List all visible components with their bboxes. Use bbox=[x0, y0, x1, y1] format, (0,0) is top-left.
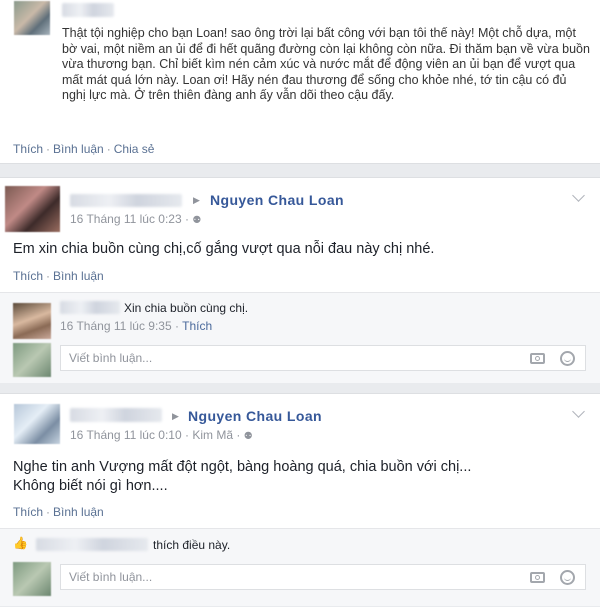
post-text: Thật tội nghiệp cho bạn Loan! sao ông tr… bbox=[62, 26, 590, 102]
comment-text: Xin chia buồn cùng chị. bbox=[124, 301, 249, 315]
post-meta: 16 Tháng 11 lúc 0:23 · ⚉ bbox=[70, 212, 202, 226]
post-card-2: ▶ Nguyen Chau Loan 16 Tháng 11 lúc 0:23 … bbox=[0, 177, 600, 383]
comment-button[interactable]: Bình luận bbox=[53, 269, 104, 283]
commenter-name[interactable] bbox=[60, 301, 120, 314]
comments-section: Xin chia buồn cùng chị. 16 Tháng 11 lúc … bbox=[0, 292, 600, 383]
post-timestamp[interactable]: 16 Tháng 11 lúc 0:23 bbox=[70, 212, 182, 226]
author-avatar[interactable] bbox=[14, 404, 60, 444]
viewer-avatar bbox=[13, 562, 51, 596]
author-avatar[interactable] bbox=[14, 1, 50, 35]
post-text: Em xin chia buồn cùng chị,cố gắng vượt q… bbox=[13, 241, 435, 257]
post-timestamp[interactable]: 16 Tháng 11 lúc 0:10 bbox=[70, 428, 182, 442]
comment-like-button[interactable]: Thích bbox=[182, 319, 212, 333]
chevron-down-icon[interactable] bbox=[572, 189, 585, 202]
comment-button[interactable]: Bình luận bbox=[53, 142, 104, 156]
comments-section: 👍 thích điều này. Viết bình luận... bbox=[0, 528, 600, 606]
thumbs-up-icon: 👍 bbox=[13, 536, 28, 550]
comment-timestamp[interactable]: 16 Tháng 11 lúc 9:35 bbox=[60, 319, 172, 333]
emoji-icon[interactable] bbox=[560, 570, 575, 585]
author-name[interactable] bbox=[70, 194, 182, 207]
commenter-avatar[interactable] bbox=[13, 303, 51, 339]
target-profile-link[interactable]: Nguyen Chau Loan bbox=[188, 408, 322, 424]
camera-icon[interactable] bbox=[530, 572, 545, 583]
comment-input[interactable]: Viết bình luận... bbox=[60, 564, 586, 590]
like-button[interactable]: Thích bbox=[13, 505, 43, 519]
chevron-down-icon[interactable] bbox=[572, 405, 585, 418]
shared-to-arrow-icon: ▶ bbox=[172, 411, 179, 421]
like-button[interactable]: Thích bbox=[13, 269, 43, 283]
post-location[interactable]: Kim Mã bbox=[192, 428, 233, 442]
viewer-avatar bbox=[13, 343, 51, 377]
audience-friends-icon[interactable]: ⚉ bbox=[192, 215, 201, 226]
audience-friends-icon[interactable]: ⚉ bbox=[244, 431, 253, 442]
likes-summary: thích điều này. bbox=[153, 538, 231, 552]
like-button[interactable]: Thích bbox=[13, 142, 43, 156]
camera-icon[interactable] bbox=[530, 353, 545, 364]
comment-meta: 16 Tháng 11 lúc 9:35 · Thích bbox=[60, 319, 213, 333]
post-text-line-2: Không biết nói gì hơn.... bbox=[13, 478, 168, 494]
post-actions: Thích · Bình luận bbox=[13, 505, 104, 519]
post-card-1: Thật tội nghiệp cho bạn Loan! sao ông tr… bbox=[0, 0, 600, 164]
post-card-3: ▶ Nguyen Chau Loan 16 Tháng 11 lúc 0:10 … bbox=[0, 393, 600, 606]
post-meta: 16 Tháng 11 lúc 0:10 · Kim Mã · ⚉ bbox=[70, 428, 253, 442]
author-avatar[interactable] bbox=[5, 186, 60, 232]
comment-button[interactable]: Bình luận bbox=[53, 505, 104, 519]
author-name[interactable] bbox=[70, 408, 162, 422]
post-text-line-1: Nghe tin anh Vượng mất đột ngột, bàng ho… bbox=[13, 459, 472, 475]
emoji-icon[interactable] bbox=[560, 351, 575, 366]
author-name[interactable] bbox=[62, 3, 114, 17]
post-actions: Thích · Bình luận · Chia sẻ bbox=[13, 142, 155, 156]
comment-input[interactable]: Viết bình luận... bbox=[60, 345, 586, 371]
shared-to-arrow-icon: ▶ bbox=[193, 195, 200, 205]
post-actions: Thích · Bình luận bbox=[13, 269, 104, 283]
likers-names[interactable] bbox=[36, 538, 148, 551]
target-profile-link[interactable]: Nguyen Chau Loan bbox=[210, 192, 344, 208]
share-button[interactable]: Chia sẻ bbox=[114, 142, 155, 156]
